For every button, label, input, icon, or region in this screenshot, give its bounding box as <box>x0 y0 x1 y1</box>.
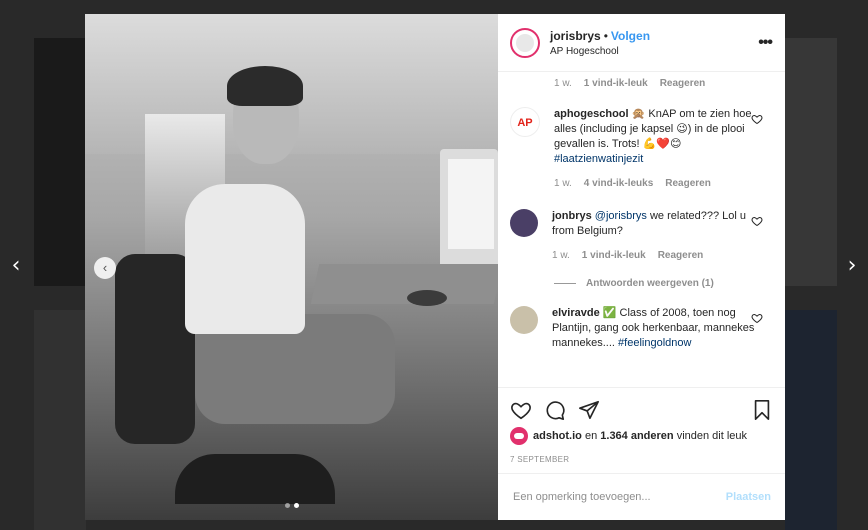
comment-likes[interactable]: 4 vind-ik-leuks <box>584 176 653 191</box>
photo-desk <box>310 264 498 304</box>
add-comment-form: Plaatsen <box>498 473 785 520</box>
like-heart-icon[interactable] <box>510 399 532 421</box>
hashtag-link[interactable]: #feelingoldnow <box>618 337 691 349</box>
photo-prev-button[interactable]: ‹ <box>94 257 116 279</box>
comment-body: jonbrys @jorisbrys we related??? Lol u f… <box>552 209 755 263</box>
bookmark-icon[interactable] <box>751 399 773 421</box>
author-username[interactable]: jorisbrys <box>550 29 601 43</box>
likes-joiner: en <box>584 430 598 442</box>
photo-jacket <box>115 254 195 444</box>
comment-item: AP aphogeschool 🙊 KnAP om te zien hoe al… <box>510 107 785 191</box>
action-icons <box>510 396 773 424</box>
comment-body: aphogeschool 🙊 KnAP om te zien hoe alles… <box>554 107 755 191</box>
likes-summary: adshot.io en 1.364 anderen vinden dit le… <box>510 427 773 445</box>
heart-icon[interactable] <box>751 113 763 125</box>
comment-likes[interactable]: 1 vind-ik-leuk <box>582 248 646 263</box>
hashtag-link[interactable]: #laatzienwatinjezit <box>554 153 643 165</box>
commenter-avatar[interactable] <box>510 306 538 334</box>
photo-chair <box>175 454 335 504</box>
photo-monitor <box>440 149 498 269</box>
reply-button[interactable]: Reageren <box>658 248 704 263</box>
comment-meta: 1 w. 1 vind-ik-leuk Reageren <box>554 78 785 89</box>
heart-icon[interactable] <box>751 312 763 324</box>
mention-link[interactable]: @jorisbrys <box>595 210 647 222</box>
comment-likes[interactable]: 1 vind-ik-leuk <box>584 78 648 89</box>
commenter-username[interactable]: elviravde <box>552 307 600 319</box>
liker-username[interactable]: adshot.io <box>533 430 582 442</box>
commenter-avatar[interactable]: AP <box>510 107 540 137</box>
comment-age: 1 w. <box>552 250 570 261</box>
comment-body: elviravde ✅ Class of 2008, toen nog Plan… <box>552 306 755 351</box>
comment-icon[interactable] <box>544 399 566 421</box>
reply-button[interactable]: Reageren <box>665 176 711 191</box>
commenter-avatar[interactable] <box>510 209 538 237</box>
comment-age: 1 w. <box>554 78 572 89</box>
author-avatar[interactable] <box>510 27 540 58</box>
post-actions: adshot.io en 1.364 anderen vinden dit le… <box>498 387 785 473</box>
previous-post-button[interactable]: ‹ <box>7 255 25 277</box>
post-side-panel: jorisbrys • Volgen AP Hogeschool ••• 1 w. … <box>498 14 785 520</box>
likes-suffix: vinden dit leuk <box>676 430 748 442</box>
view-replies-label[interactable]: Antwoorden weergeven (1) <box>586 278 714 289</box>
carousel-dots <box>85 503 498 508</box>
commenter-username[interactable]: aphogeschool <box>554 108 629 120</box>
commenter-username[interactable]: jonbrys <box>552 210 592 222</box>
comment-item: elviravde ✅ Class of 2008, toen nog Plan… <box>510 306 785 351</box>
comment-meta: 1 w. 1 vind-ik-leuk Reageren <box>552 248 755 263</box>
post-location[interactable]: AP Hogeschool <box>550 46 758 57</box>
post-date[interactable]: 7 SEPTEMBER <box>510 455 773 464</box>
share-icon[interactable] <box>578 399 600 421</box>
reply-button[interactable]: Reageren <box>660 78 706 89</box>
view-replies-button[interactable]: Antwoorden weergeven (1) <box>554 278 785 289</box>
comment-input[interactable] <box>511 490 726 504</box>
post-header: jorisbrys • Volgen AP Hogeschool ••• <box>498 14 785 72</box>
post-comment-button[interactable]: Plaatsen <box>726 491 771 503</box>
comments-list[interactable]: 1 w. 1 vind-ik-leuk Reageren AP aphogesc… <box>498 72 785 387</box>
post-photo: ‹ <box>85 14 498 520</box>
comment-age: 1 w. <box>554 178 572 189</box>
photo-mouse <box>407 290 447 306</box>
more-options-icon[interactable]: ••• <box>758 34 773 52</box>
ap-logo-icon: AP <box>517 117 532 129</box>
comment-item: jonbrys @jorisbrys we related??? Lol u f… <box>510 209 785 263</box>
carousel-dot-active[interactable] <box>293 503 299 508</box>
header-separator: • <box>603 28 608 43</box>
liker-avatar[interactable] <box>510 427 528 445</box>
heart-icon[interactable] <box>751 215 763 227</box>
likes-count[interactable]: 1.364 anderen <box>600 430 673 442</box>
photo-person-body <box>185 184 305 334</box>
comment-meta: 1 w. 4 vind-ik-leuks Reageren <box>554 176 755 191</box>
post-modal: ‹ jorisbrys • Volgen AP Hogeschool ••• 1 w… <box>85 14 785 520</box>
carousel-dot[interactable] <box>284 503 290 508</box>
photo-person-hair <box>227 66 303 106</box>
follow-button[interactable]: Volgen <box>611 29 650 43</box>
next-post-button[interactable]: › <box>843 255 861 277</box>
svg-text:AP: AP <box>517 117 532 129</box>
replies-divider <box>554 283 576 284</box>
